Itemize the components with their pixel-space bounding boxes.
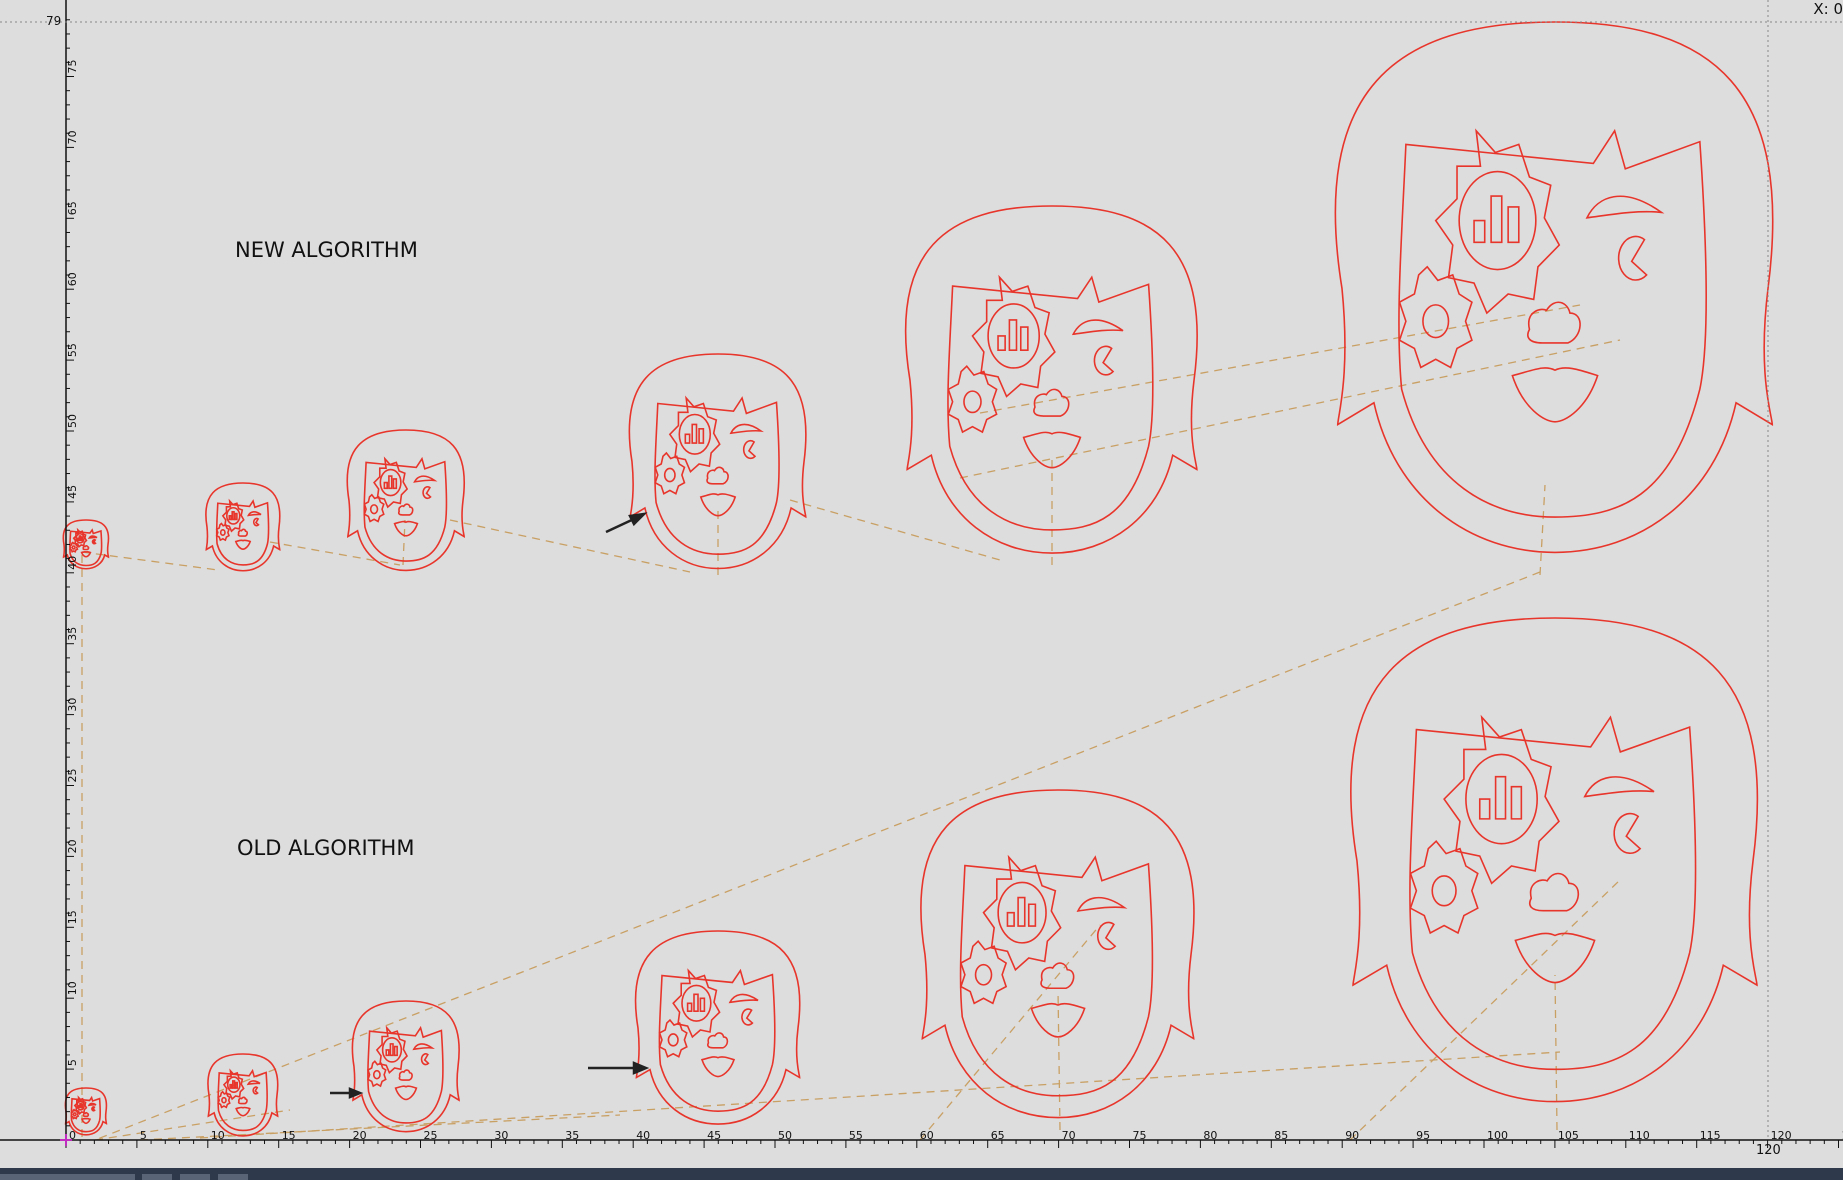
ruler-x-label: 120 <box>1771 1129 1792 1142</box>
ruler-y-label: 50 <box>66 414 79 428</box>
horizontal-ruler: 0 5 10 15 20 25 30 35 40 45 50 55 60 65 70 75 80 85 90 95 10… <box>0 1129 1843 1148</box>
status-segment[interactable] <box>180 1174 210 1180</box>
ruler-x-label: 45 <box>707 1129 721 1142</box>
ruler-x-label: 65 <box>991 1129 1005 1142</box>
ruler-y-label: 35 <box>66 627 79 641</box>
ruler-x-label: 105 <box>1558 1129 1579 1142</box>
face-icon[interactable] <box>1351 618 1758 1102</box>
status-segment[interactable] <box>218 1174 248 1180</box>
face-icon[interactable] <box>208 1054 278 1136</box>
ruler-y-label: 55 <box>66 343 79 357</box>
ruler-x-label: 100 <box>1487 1129 1508 1142</box>
ruler-x-label: 90 <box>1345 1129 1359 1142</box>
y-top-label: 79 <box>46 14 62 28</box>
status-bar <box>0 1168 1843 1180</box>
ruler-x-label: 30 <box>494 1129 508 1142</box>
ruler-y-label: 15 <box>66 910 79 924</box>
face-icon[interactable] <box>1335 22 1772 552</box>
arrow-icon <box>330 512 650 1099</box>
ruler-y-label: 40 <box>66 556 79 570</box>
drawing-canvas[interactable]: 51015202530354045505560657075 0 5 10 15 20 25… <box>0 0 1843 1180</box>
ruler-x-label: 15 <box>282 1129 296 1142</box>
old-algorithm-label: OLD ALGORITHM <box>237 836 415 860</box>
coordinate-readout: X: 0 <box>1813 0 1843 18</box>
ruler-x-label: 35 <box>565 1129 579 1142</box>
ruler-x-label: 50 <box>778 1129 792 1142</box>
ruler-x-label: 10 <box>211 1129 225 1142</box>
ruler-x-label: 25 <box>424 1129 438 1142</box>
ruler-x-label: 115 <box>1700 1129 1721 1142</box>
ruler-x-label: 55 <box>849 1129 863 1142</box>
ruler-x-label: 110 <box>1629 1129 1650 1142</box>
ruler-y-label: 20 <box>66 839 79 853</box>
ruler-y-label: 10 <box>66 981 79 995</box>
new-algorithm-label: NEW ALGORITHM <box>235 238 418 262</box>
ruler-y-label: 70 <box>66 130 79 144</box>
ruler-x-label: 95 <box>1416 1129 1430 1142</box>
face-icon[interactable] <box>921 790 1194 1118</box>
ruler-x-label: 20 <box>353 1129 367 1142</box>
ruler-y-label: 45 <box>66 485 79 499</box>
face-icon[interactable] <box>636 931 800 1124</box>
ruler-y-label: 25 <box>66 769 79 783</box>
status-segment[interactable] <box>0 1174 135 1180</box>
ruler-y-label: 75 <box>66 60 79 74</box>
x-marker-label: 120 <box>1756 1143 1781 1158</box>
ruler-x-label: 60 <box>920 1129 934 1142</box>
ruler-y-label: 60 <box>66 272 79 286</box>
vertical-ruler: 5 10 15 20 25 30 35 40 45 50 55 60 65 70 75 <box>65 0 79 1142</box>
ruler-x-label: 75 <box>1133 1129 1147 1142</box>
face-icon[interactable] <box>629 354 806 569</box>
ruler-x-label: 40 <box>636 1129 650 1142</box>
ruler-y-label: 30 <box>66 698 79 712</box>
ruler-x-label: 85 <box>1274 1129 1288 1142</box>
face-icon[interactable] <box>65 1088 106 1135</box>
ruler-x-label: 70 <box>1062 1129 1076 1142</box>
guide-lines <box>81 304 1621 1141</box>
ruler-x-label: 80 <box>1203 1129 1217 1142</box>
face-icon[interactable] <box>347 430 464 570</box>
ruler-y-label: 65 <box>66 201 79 215</box>
face-icon[interactable] <box>352 1001 459 1132</box>
status-segment[interactable] <box>142 1174 172 1180</box>
ruler-y-label: 5 <box>66 1059 79 1066</box>
face-icon[interactable] <box>206 483 280 571</box>
ruler-x-label: 5 <box>140 1129 147 1142</box>
